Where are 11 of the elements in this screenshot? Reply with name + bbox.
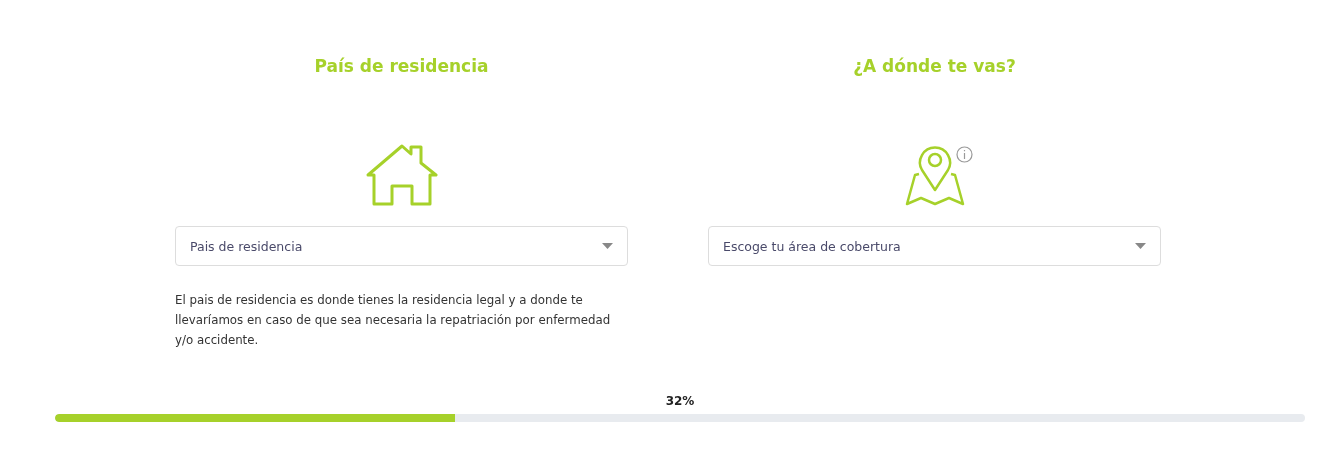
map-pin-icon	[904, 144, 965, 206]
section-title: País de residencia	[313, 55, 490, 78]
info-icon[interactable]	[956, 146, 973, 163]
house-icon	[365, 144, 438, 206]
dropdown-field[interactable]: Pais de residencia	[175, 226, 628, 266]
help-text: El pais de residencia es donde tienes la residencia legal y a donde te llevaríamos en caso de que sea necesaria la repatriación por enfermedad y/o accidente.	[175, 292, 612, 349]
dropdown-field[interactable]: Escoge tu área de cobertura	[708, 226, 1161, 266]
caret-icon	[1135, 243, 1146, 249]
section-title: ¿A dónde te vas?	[852, 55, 1017, 78]
progress-percentage: 32%	[664, 394, 696, 408]
caret-icon	[602, 243, 613, 249]
